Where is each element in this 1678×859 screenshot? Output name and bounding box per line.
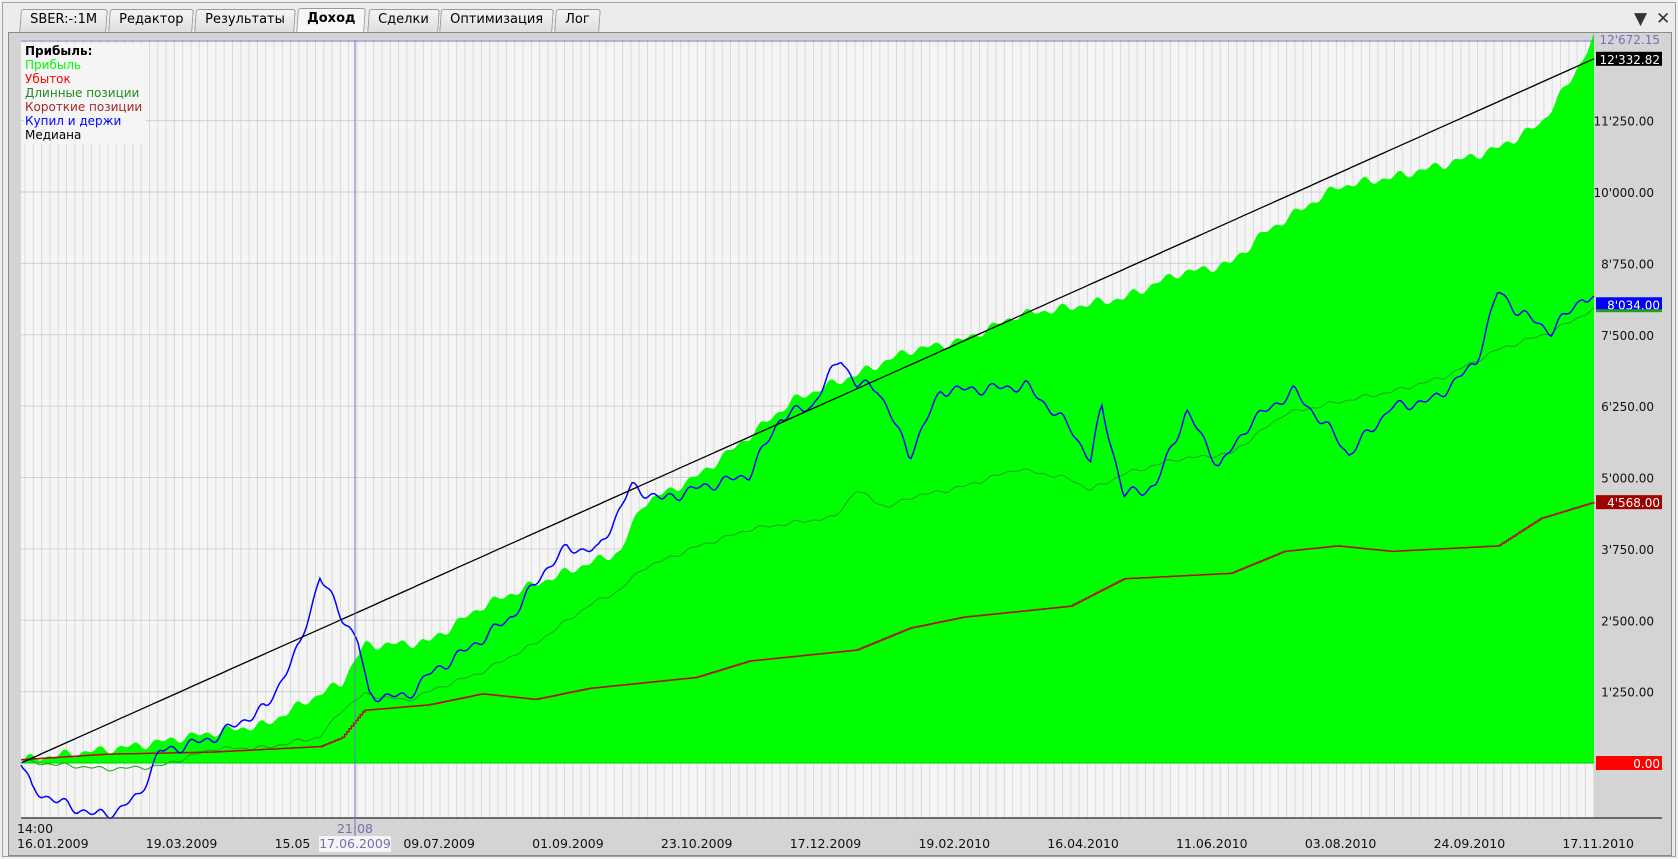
- legend-item[interactable]: Прибыль: [25, 58, 142, 72]
- long-end-marker: [1596, 309, 1662, 313]
- legend-item[interactable]: Купил и держи: [25, 114, 142, 128]
- crosshair-time: 21:08: [337, 821, 373, 836]
- y-tick-label: 11'250.00: [1593, 115, 1654, 129]
- chart-legend: Прибыль: Прибыль Убыток Длинные позиции Кор…: [24, 44, 147, 144]
- y-tick-label: 3'750.00: [1601, 543, 1654, 557]
- y-tick-label: 1'250.00: [1601, 686, 1654, 700]
- legend-item[interactable]: Короткие позиции: [25, 100, 142, 114]
- zero-end-label: 0.00: [1633, 757, 1660, 771]
- legend-item[interactable]: Длинные позиции: [25, 86, 142, 100]
- legend-item[interactable]: Убыток: [25, 72, 142, 86]
- x-tick-label: 01.09.2009: [532, 836, 604, 851]
- x-tick-label: 03.08.2010: [1305, 836, 1377, 851]
- x-tick-label: 09.07.2009: [403, 836, 475, 851]
- legend-title: Прибыль:: [25, 44, 93, 58]
- x-first-time: 14:00: [17, 821, 53, 836]
- y-tick-label: 8'750.00: [1601, 257, 1654, 271]
- x-tick-label: 16.04.2010: [1047, 836, 1119, 851]
- x-tick-label: 15.05: [275, 836, 311, 851]
- median-end-label: 12'332.82: [1599, 53, 1660, 67]
- short-end-label: 4'568.00: [1607, 496, 1660, 510]
- x-tick-label: 23.10.2009: [661, 836, 733, 851]
- x-tick-label: 16.01.2009: [17, 836, 89, 851]
- y-tick-label: 6'250.00: [1601, 400, 1654, 414]
- x-tick-label: 24.09.2010: [1434, 836, 1506, 851]
- crosshair-date: 17.06.2009: [319, 836, 391, 851]
- x-tick-label: 17.12.2009: [790, 836, 862, 851]
- x-tick-label: 19.02.2010: [918, 836, 990, 851]
- y-tick-label: 2'500.00: [1601, 614, 1654, 628]
- x-tick-label: 11.06.2010: [1176, 836, 1248, 851]
- y-tick-label: 7'500.00: [1601, 329, 1654, 343]
- equity-chart[interactable]: 1'250.00 2'500.00 3'750.00 5'000.00 6'250.00…: [0, 0, 1678, 859]
- x-tick-label: 19.03.2009: [146, 836, 218, 851]
- crosshair-value: 12'672.15: [1599, 33, 1660, 47]
- y-tick-label: 5'000.00: [1601, 472, 1654, 486]
- legend-item[interactable]: Медиана: [25, 128, 142, 142]
- x-tick-label: 17.11.2010: [1562, 836, 1634, 851]
- y-tick-label: 10'000.00: [1593, 186, 1654, 200]
